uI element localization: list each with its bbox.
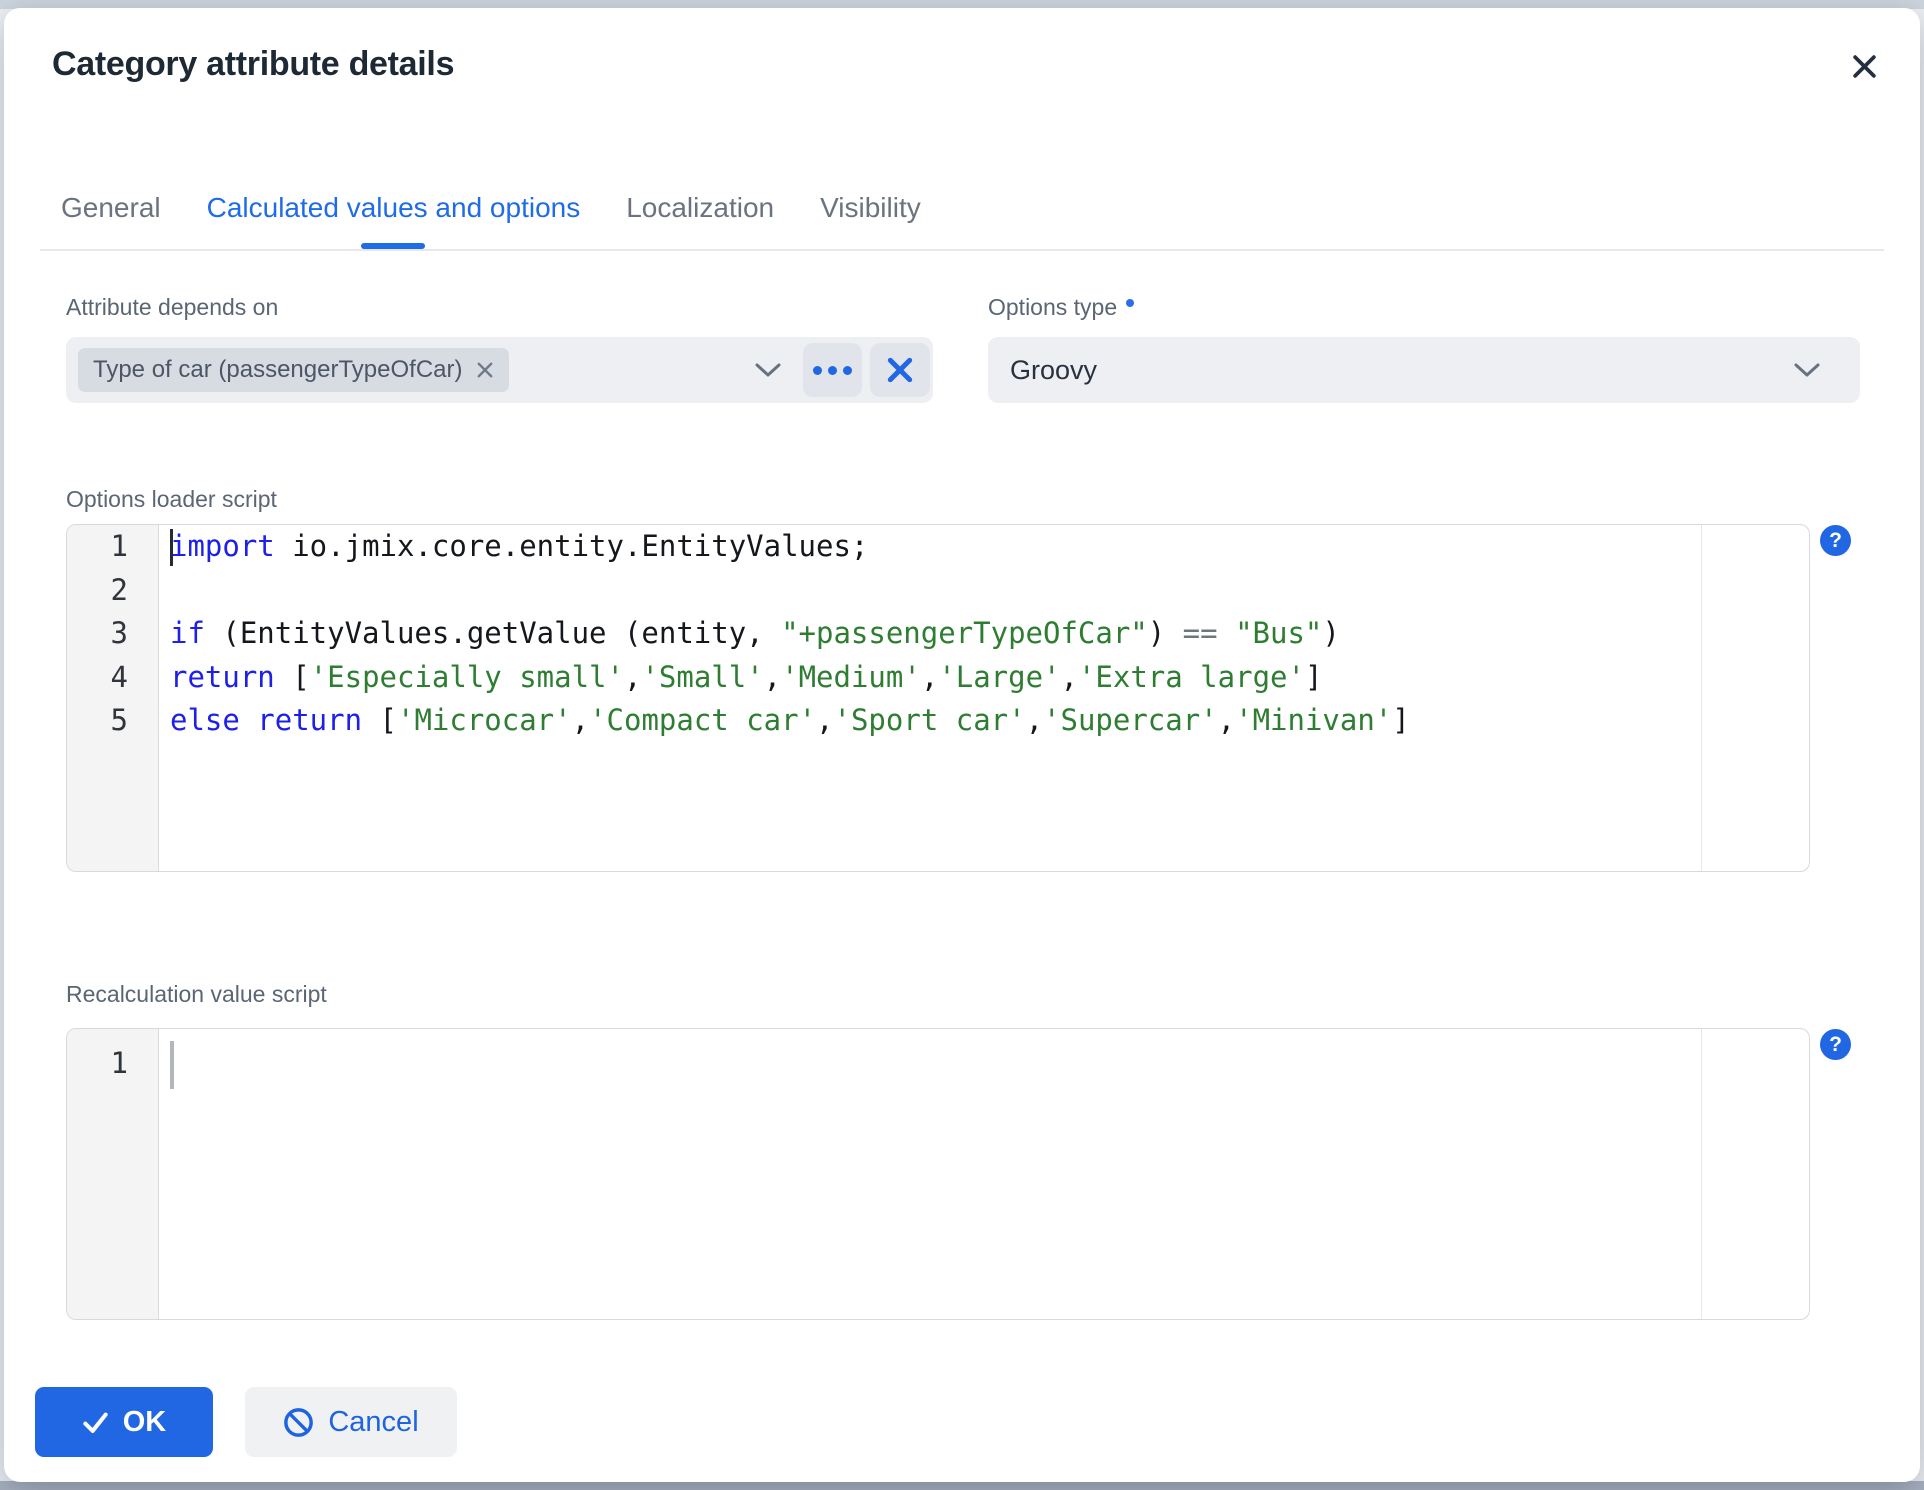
code-line: else return ['Microcar','Compact car','S… bbox=[170, 703, 1410, 737]
cancel-label: Cancel bbox=[328, 1405, 419, 1438]
code-line: if (EntityValues.getValue (entity, "+pas… bbox=[170, 616, 1340, 650]
line-number: 3 bbox=[110, 616, 128, 650]
recalculation-value-script-editor[interactable]: 1 bbox=[66, 1028, 1810, 1320]
line-number-gutter: 1 bbox=[67, 1029, 159, 1319]
line-number-gutter: 1 2 3 4 5 bbox=[67, 525, 159, 871]
options-type-select[interactable]: Groovy bbox=[988, 337, 1860, 403]
tab-bar: General Calculated values and options Loca… bbox=[38, 166, 944, 250]
chevron-down-icon[interactable] bbox=[755, 363, 781, 378]
code-line: return ['Especially small','Small','Medi… bbox=[170, 659, 1323, 694]
options-loader-script-editor[interactable]: 1 2 3 4 5 import io.jmix.core.entity.EntityV… bbox=[66, 524, 1810, 872]
close-icon bbox=[1852, 54, 1876, 78]
options-loader-script-label: Options loader script bbox=[66, 486, 277, 512]
help-icon[interactable]: ? bbox=[1820, 525, 1851, 556]
editor-rule bbox=[1701, 525, 1702, 871]
attribute-depends-on-picker[interactable]: Type of car (passengerTypeOfCar) bbox=[66, 337, 933, 403]
options-type-label: Options type bbox=[988, 293, 1135, 321]
recalculation-value-script-label: Recalculation value script bbox=[66, 981, 327, 1007]
editor-rule bbox=[1701, 1029, 1702, 1319]
ban-icon bbox=[284, 1407, 314, 1437]
cancel-button[interactable]: Cancel bbox=[245, 1387, 457, 1457]
line-number: 1 bbox=[110, 529, 128, 563]
line-number: 5 bbox=[110, 703, 128, 737]
help-icon[interactable]: ? bbox=[1820, 1029, 1851, 1060]
required-indicator bbox=[1126, 299, 1135, 307]
tab-divider bbox=[40, 249, 1884, 251]
ok-button[interactable]: OK bbox=[35, 1387, 213, 1457]
page-background-bottom bbox=[0, 1481, 1924, 1490]
category-attribute-details-dialog: Category attribute details General Calcul… bbox=[4, 8, 1920, 1482]
tab-visibility[interactable]: Visibility bbox=[797, 166, 944, 250]
tab-localization[interactable]: Localization bbox=[603, 166, 797, 250]
clear-values-button[interactable] bbox=[870, 343, 930, 397]
tab-calculated-values-and-options[interactable]: Calculated values and options bbox=[184, 166, 604, 250]
tab-general[interactable]: General bbox=[38, 166, 184, 250]
chip-remove-icon[interactable] bbox=[476, 361, 494, 379]
options-type-value: Groovy bbox=[1010, 354, 1098, 385]
attribute-depends-on-label: Attribute depends on bbox=[66, 294, 279, 320]
code-area[interactable]: import io.jmix.core.entity.EntityValues;… bbox=[160, 525, 1809, 871]
selected-value-chip: Type of car (passengerTypeOfCar) bbox=[78, 348, 509, 392]
text-cursor bbox=[170, 1041, 174, 1089]
dialog-title: Category attribute details bbox=[52, 45, 455, 83]
line-number: 1 bbox=[110, 1046, 128, 1080]
code-area[interactable] bbox=[160, 1029, 1809, 1319]
code-line: import io.jmix.core.entity.EntityValues; bbox=[170, 529, 869, 563]
ok-label: OK bbox=[122, 1405, 167, 1438]
ellipsis-icon bbox=[813, 365, 852, 375]
text-cursor bbox=[170, 529, 173, 566]
close-button[interactable] bbox=[1840, 42, 1888, 90]
select-values-button[interactable] bbox=[803, 343, 862, 397]
check-icon bbox=[83, 1412, 108, 1433]
chevron-down-icon[interactable] bbox=[1794, 363, 1820, 378]
clear-icon bbox=[887, 357, 913, 383]
chip-label: Type of car (passengerTypeOfCar) bbox=[93, 356, 463, 383]
line-number: 4 bbox=[110, 659, 128, 694]
line-number: 2 bbox=[110, 572, 128, 607]
